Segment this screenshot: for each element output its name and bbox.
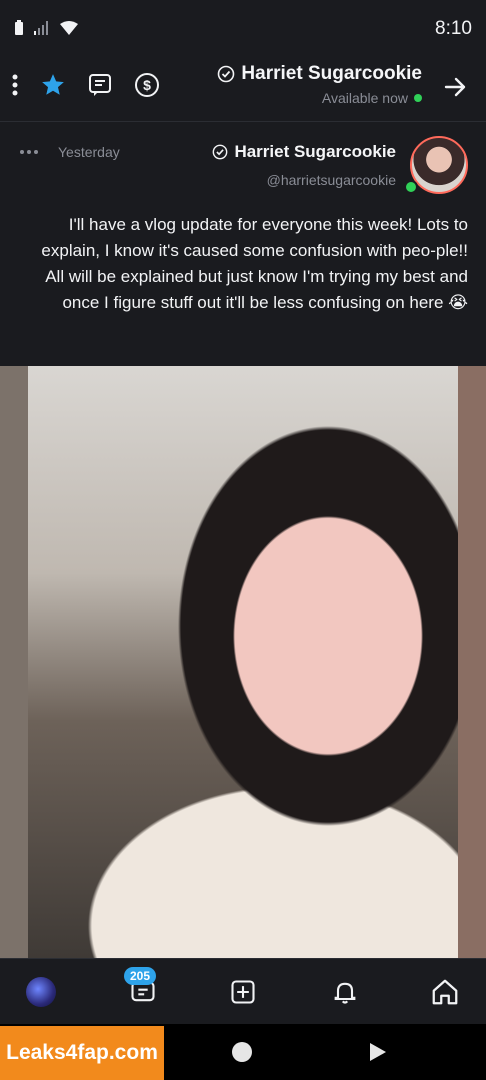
clock: 8:10 [435,18,472,39]
online-dot [404,180,418,194]
messages-badge: 205 [124,967,157,985]
notifications-icon [334,982,356,1004]
online-dot [414,94,422,102]
messages-tab[interactable]: 205 [124,967,160,1009]
post-author[interactable]: Harriet Sugarcookie @harrietsugarcookie [212,142,396,188]
signal-icon [34,21,48,35]
more-vertical-icon[interactable] [12,74,18,96]
media-edge-left [0,366,28,958]
media-edge-right [458,366,486,958]
verified-icon [213,144,228,160]
system-home-button[interactable] [232,1042,252,1062]
tip-dollar-icon[interactable]: $ [134,72,160,98]
post-card: Yesterday Harriet Sugarcookie @harrietsu… [0,122,486,366]
header-name: Harriet Sugarcookie [241,63,422,84]
status-icons [14,20,78,36]
svg-text:$: $ [143,77,151,93]
chat-header: $ Harriet Sugarcookie Available now [0,52,486,122]
post-text: I'll have a vlog update for everyone thi… [41,215,468,312]
header-actions: $ [12,72,160,98]
header-title-block: Harriet Sugarcookie Available now [217,63,422,106]
profile-avatar[interactable] [24,975,58,1009]
add-post-tab[interactable] [226,975,260,1009]
battery-icon [15,20,23,35]
status-text: Available now [321,90,408,106]
author-name: Harriet Sugarcookie [234,142,396,161]
verified-icon [218,65,235,83]
watermark-logo: Leaks4fap.com [0,1026,164,1080]
home-icon [432,979,458,1005]
header-title: Harriet Sugarcookie [217,63,422,85]
home-tab[interactable] [428,975,462,1009]
chat-icon[interactable] [88,73,112,97]
bottom-nav: 205 [0,958,486,1024]
author-handle: @harrietsugarcookie [266,172,396,188]
header-status: Available now [217,90,422,106]
author-name-row: Harriet Sugarcookie [212,142,396,162]
avatar[interactable] [410,136,468,194]
post-more-icon[interactable] [20,150,38,154]
wifi-icon [60,21,78,35]
post-photo[interactable] [28,366,458,958]
status-bar: 8:10 [0,0,486,52]
post-media[interactable] [0,366,486,958]
add-post-icon [231,980,255,1004]
notifications-tab[interactable] [328,975,362,1009]
back-arrow-icon[interactable] [442,74,468,100]
star-icon[interactable] [40,72,66,98]
avatar [26,977,56,1007]
system-back-button[interactable] [370,1043,386,1061]
post-timestamp: Yesterday [58,144,120,160]
